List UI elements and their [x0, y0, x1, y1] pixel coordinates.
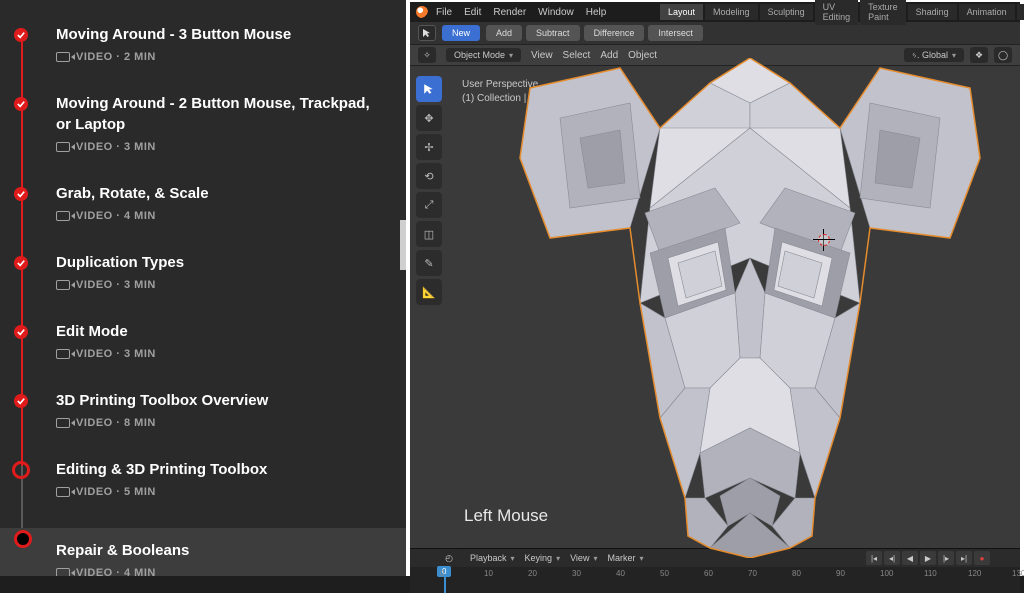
lesson-title: Editing & 3D Printing Toolbox	[56, 459, 378, 480]
tab-shading[interactable]: Shading	[908, 4, 957, 20]
timeline-tick: 0	[440, 569, 444, 578]
timeline-tick: 130	[1012, 569, 1024, 578]
timeline-menu-playback[interactable]: Playback	[470, 553, 507, 563]
tab-render[interactable]: Render	[1017, 4, 1024, 20]
cursor-tool[interactable]: ✥	[416, 105, 442, 131]
timeline-tick: 40	[616, 569, 625, 578]
lesson-item[interactable]: Moving Around - 3 Button Mouse VIDEO · 2…	[56, 24, 378, 63]
timeline-tick: 80	[792, 569, 801, 578]
menu-window[interactable]: Window	[538, 7, 574, 18]
transform-tool[interactable]: ◫	[416, 221, 442, 247]
lesson-title: Moving Around - 3 Button Mouse	[56, 24, 378, 45]
workspace-tabs: LayoutModelingSculptingUV EditingTexture…	[660, 2, 1020, 22]
lesson-item[interactable]: Repair & Booleans VIDEO · 4 MIN	[0, 528, 406, 576]
proportional-edit-icon[interactable]: ◯	[994, 47, 1012, 63]
select-box-tool[interactable]	[416, 76, 442, 102]
check-icon	[14, 28, 28, 42]
lesson-title: Repair & Booleans	[56, 540, 378, 561]
measure-tool[interactable]: 📐	[416, 279, 442, 305]
bool-subtract-button[interactable]: Subtract	[526, 25, 580, 41]
video-icon	[56, 487, 70, 497]
3d-viewport[interactable]: ✥ ✢ ⟲ ⤢ ◫ ✎ 📐 User Perspective (1) Colle…	[410, 66, 1020, 548]
timeline-tick: 10	[484, 569, 493, 578]
video-icon	[56, 142, 70, 152]
timeline-tick: 120	[968, 569, 981, 578]
timeline-editor-icon[interactable]: ◴	[440, 550, 458, 566]
editor-type-icon[interactable]: ✧	[418, 47, 436, 63]
menu-edit[interactable]: Edit	[464, 7, 481, 18]
lesson-meta: VIDEO · 8 MIN	[56, 417, 378, 429]
video-icon	[56, 52, 70, 62]
lesson-title: Moving Around - 2 Button Mouse, Trackpad…	[56, 93, 378, 135]
lesson-item[interactable]: 3D Printing Toolbox Overview VIDEO · 8 M…	[56, 390, 378, 429]
input-hint: Left Mouse	[464, 506, 548, 526]
tab-sculpting[interactable]: Sculpting	[760, 4, 813, 20]
bool-difference-button[interactable]: Difference	[584, 25, 645, 41]
video-icon	[56, 349, 70, 359]
lesson-meta: VIDEO · 4 MIN	[56, 567, 378, 576]
lesson-title: 3D Printing Toolbox Overview	[56, 390, 378, 411]
menu-render[interactable]: Render	[493, 7, 526, 18]
rotate-tool[interactable]: ⟲	[416, 163, 442, 189]
lesson-meta: VIDEO · 4 MIN	[56, 210, 378, 222]
tab-animation[interactable]: Animation	[959, 4, 1015, 20]
boolean-toolbar: New AddSubtractDifferenceIntersect	[410, 22, 1020, 44]
menu-file[interactable]: File	[436, 7, 452, 18]
bool-intersect-button[interactable]: Intersect	[648, 25, 703, 41]
video-pane: FileEditRenderWindowHelp LayoutModelingS…	[406, 0, 1024, 576]
timeline-tick: 60	[704, 569, 713, 578]
timeline-tick: 90	[836, 569, 845, 578]
tab-layout[interactable]: Layout	[660, 4, 703, 20]
bool-new-button[interactable]: New	[442, 25, 480, 41]
timeline-tick: 70	[748, 569, 757, 578]
timeline-tick: 50	[660, 569, 669, 578]
blender-app: FileEditRenderWindowHelp LayoutModelingS…	[410, 2, 1020, 572]
mesh-suzanne	[510, 58, 990, 558]
tab-modeling[interactable]: Modeling	[705, 4, 758, 20]
menu-help[interactable]: Help	[586, 7, 607, 18]
lesson-title: Grab, Rotate, & Scale	[56, 183, 378, 204]
3d-cursor-icon	[815, 231, 833, 249]
toolbar: ✥ ✢ ⟲ ⤢ ◫ ✎ 📐	[416, 76, 442, 305]
progress-ring-icon	[14, 530, 32, 548]
lesson-item[interactable]: Duplication Types VIDEO · 3 MIN	[56, 252, 378, 291]
lesson-meta: VIDEO · 3 MIN	[56, 141, 378, 153]
progress-ring-icon	[12, 461, 30, 479]
mode-label: Object Mode	[454, 50, 505, 60]
lesson-meta: VIDEO · 3 MIN	[56, 279, 378, 291]
cursor-tool-icon[interactable]	[418, 25, 436, 41]
check-icon	[14, 256, 28, 270]
lesson-item[interactable]: Moving Around - 2 Button Mouse, Trackpad…	[56, 93, 378, 153]
lesson-meta: VIDEO · 5 MIN	[56, 486, 378, 498]
tab-uv-editing[interactable]: UV Editing	[815, 0, 859, 25]
timeline-tick: 30	[572, 569, 581, 578]
timeline-tick: 100	[880, 569, 893, 578]
scrollbar-thumb[interactable]	[400, 220, 406, 270]
check-icon	[14, 325, 28, 339]
timeline-tick: 20	[528, 569, 537, 578]
timeline-track[interactable]: 0102030405060708090100110120130	[410, 567, 1020, 593]
tab-texture-paint[interactable]: Texture Paint	[860, 0, 906, 25]
lesson-item[interactable]: Edit Mode VIDEO · 3 MIN	[56, 321, 378, 360]
annotate-tool[interactable]: ✎	[416, 250, 442, 276]
timeline-tick: 110	[924, 569, 937, 578]
video-icon	[56, 211, 70, 221]
blender-logo-icon	[416, 6, 428, 18]
move-tool[interactable]: ✢	[416, 134, 442, 160]
video-icon	[56, 280, 70, 290]
check-icon	[14, 394, 28, 408]
lesson-meta: VIDEO · 2 MIN	[56, 51, 378, 63]
video-icon	[56, 568, 70, 576]
lesson-meta: VIDEO · 3 MIN	[56, 348, 378, 360]
lesson-item[interactable]: Grab, Rotate, & Scale VIDEO · 4 MIN	[56, 183, 378, 222]
lesson-title: Duplication Types	[56, 252, 378, 273]
lesson-item[interactable]: Editing & 3D Printing Toolbox VIDEO · 5 …	[56, 459, 378, 498]
check-icon	[14, 187, 28, 201]
course-playlist: Moving Around - 3 Button Mouse VIDEO · 2…	[0, 0, 406, 576]
bool-add-button[interactable]: Add	[486, 25, 522, 41]
video-icon	[56, 418, 70, 428]
scale-tool[interactable]: ⤢	[416, 192, 442, 218]
lesson-title: Edit Mode	[56, 321, 378, 342]
check-icon	[14, 97, 28, 111]
